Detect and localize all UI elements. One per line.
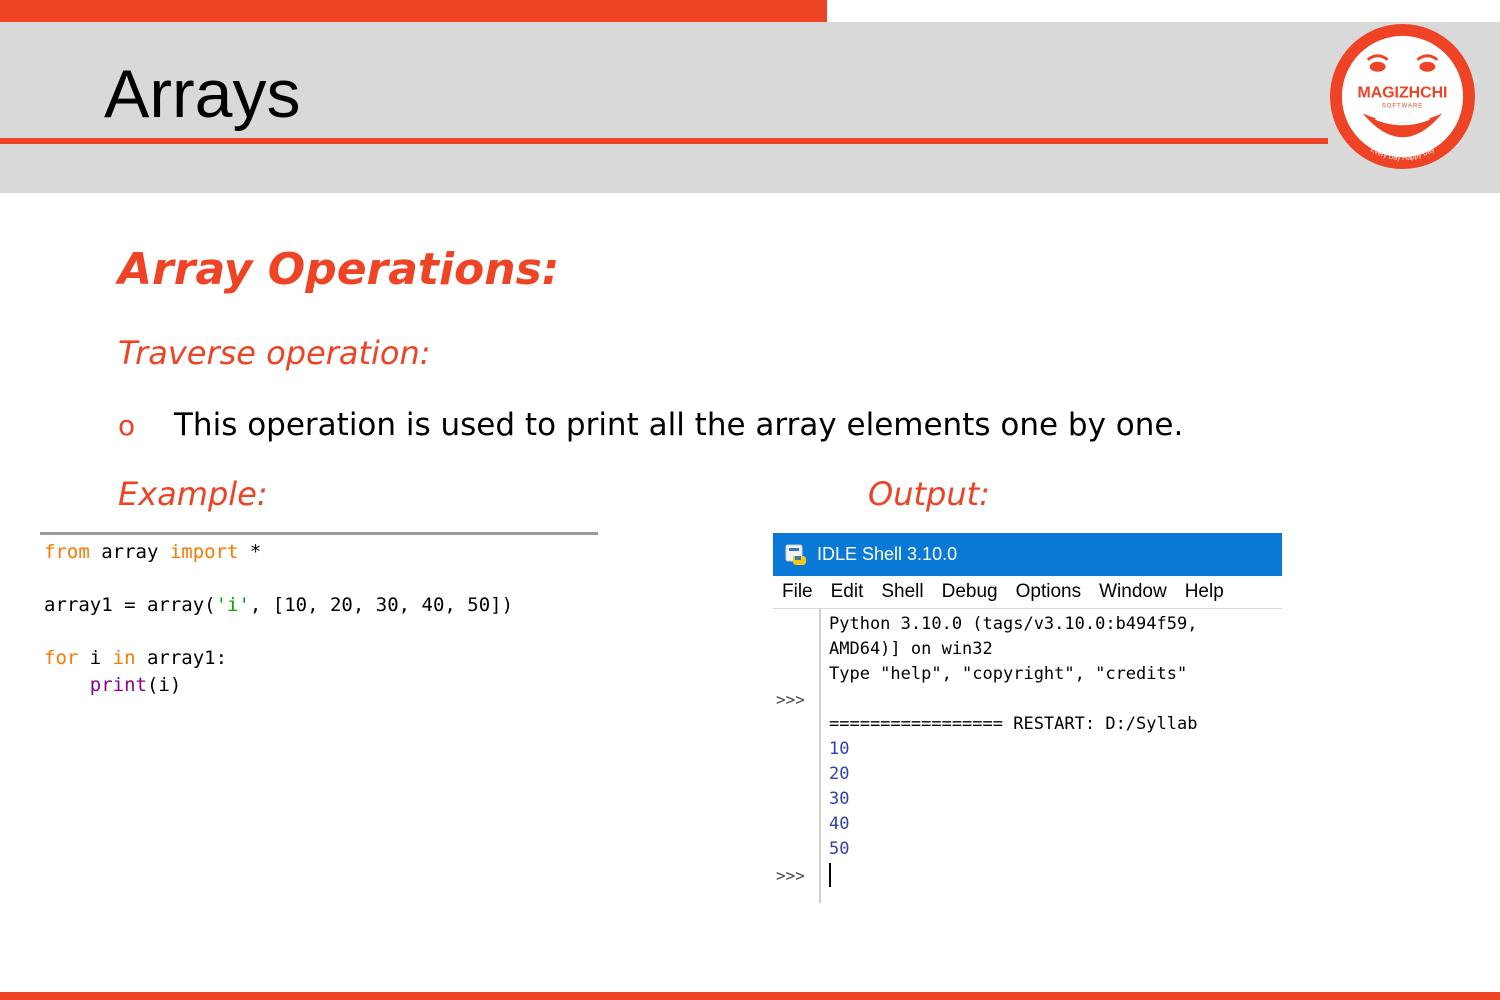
code-line-1: from array import * bbox=[44, 541, 262, 563]
bullet-item: o This operation is used to print all th… bbox=[118, 404, 1183, 446]
top-accent-bar bbox=[0, 0, 827, 22]
shell-output-line: 20 bbox=[829, 764, 850, 784]
shell-output-line: 50 bbox=[829, 839, 850, 859]
shell-output-line: 40 bbox=[829, 814, 850, 834]
menu-debug[interactable]: Debug bbox=[933, 581, 1007, 603]
shell-banner-line: Type "help", "copyright", "credits" bbox=[829, 664, 1188, 684]
bullet-mark: o bbox=[118, 408, 136, 442]
code-line-4: print(i) bbox=[89, 674, 182, 696]
shell-output-line: 10 bbox=[829, 739, 850, 759]
bullet-text: This operation is used to print all the … bbox=[174, 407, 1184, 443]
idle-window-title: IDLE Shell 3.10.0 bbox=[817, 544, 958, 564]
menu-edit[interactable]: Edit bbox=[822, 581, 873, 603]
page-title: Arrays bbox=[104, 56, 301, 132]
shell-prompt-gutter: >>> >>> bbox=[773, 609, 821, 903]
shell-banner-line: Python 3.10.0 (tags/v3.10.0:b494f59, bbox=[829, 614, 1198, 634]
idle-titlebar[interactable]: IDLE Shell 3.10.0 bbox=[773, 533, 1282, 576]
code-line-3: for i in array1: bbox=[44, 647, 228, 669]
shell-restart-line: ================= RESTART: D:/Syllab bbox=[829, 714, 1198, 734]
menu-options[interactable]: Options bbox=[1007, 581, 1090, 603]
menu-help[interactable]: Help bbox=[1176, 581, 1233, 603]
code-line-2: array1 = array('i', [10, 20, 30, 40, 50]… bbox=[44, 594, 514, 616]
logo-subbrand: SOFTWARE bbox=[1382, 103, 1423, 109]
traverse-label: Traverse operation: bbox=[118, 334, 431, 372]
logo-brand: MAGIZHCHI bbox=[1358, 84, 1448, 101]
output-label: Output: bbox=[868, 475, 990, 513]
text-cursor bbox=[829, 863, 831, 887]
menu-window[interactable]: Window bbox=[1090, 581, 1176, 603]
shell-prompt: >>> bbox=[776, 866, 805, 885]
bottom-accent-bar bbox=[0, 992, 1500, 1000]
section-title: Array Operations: bbox=[118, 244, 560, 295]
example-label: Example: bbox=[118, 475, 268, 513]
code-snippet-border bbox=[40, 532, 598, 535]
python-idle-icon bbox=[785, 544, 806, 565]
shell-output-line: 30 bbox=[829, 789, 850, 809]
magizhchi-logo: MAGIZHCHI SOFTWARE Every Day Happy Day bbox=[1329, 23, 1476, 170]
header-divider bbox=[0, 138, 1328, 144]
code-snippet: from array import * array1 = array('i', … bbox=[40, 532, 598, 712]
idle-menubar: File Edit Shell Debug Options Window Hel… bbox=[773, 576, 1282, 609]
shell-banner-line: AMD64)] on win32 bbox=[829, 639, 993, 659]
idle-shell-window: IDLE Shell 3.10.0 File Edit Shell Debug … bbox=[773, 533, 1282, 903]
shell-prompt: >>> bbox=[776, 690, 805, 709]
menu-shell[interactable]: Shell bbox=[872, 581, 932, 603]
menu-file[interactable]: File bbox=[773, 581, 822, 603]
